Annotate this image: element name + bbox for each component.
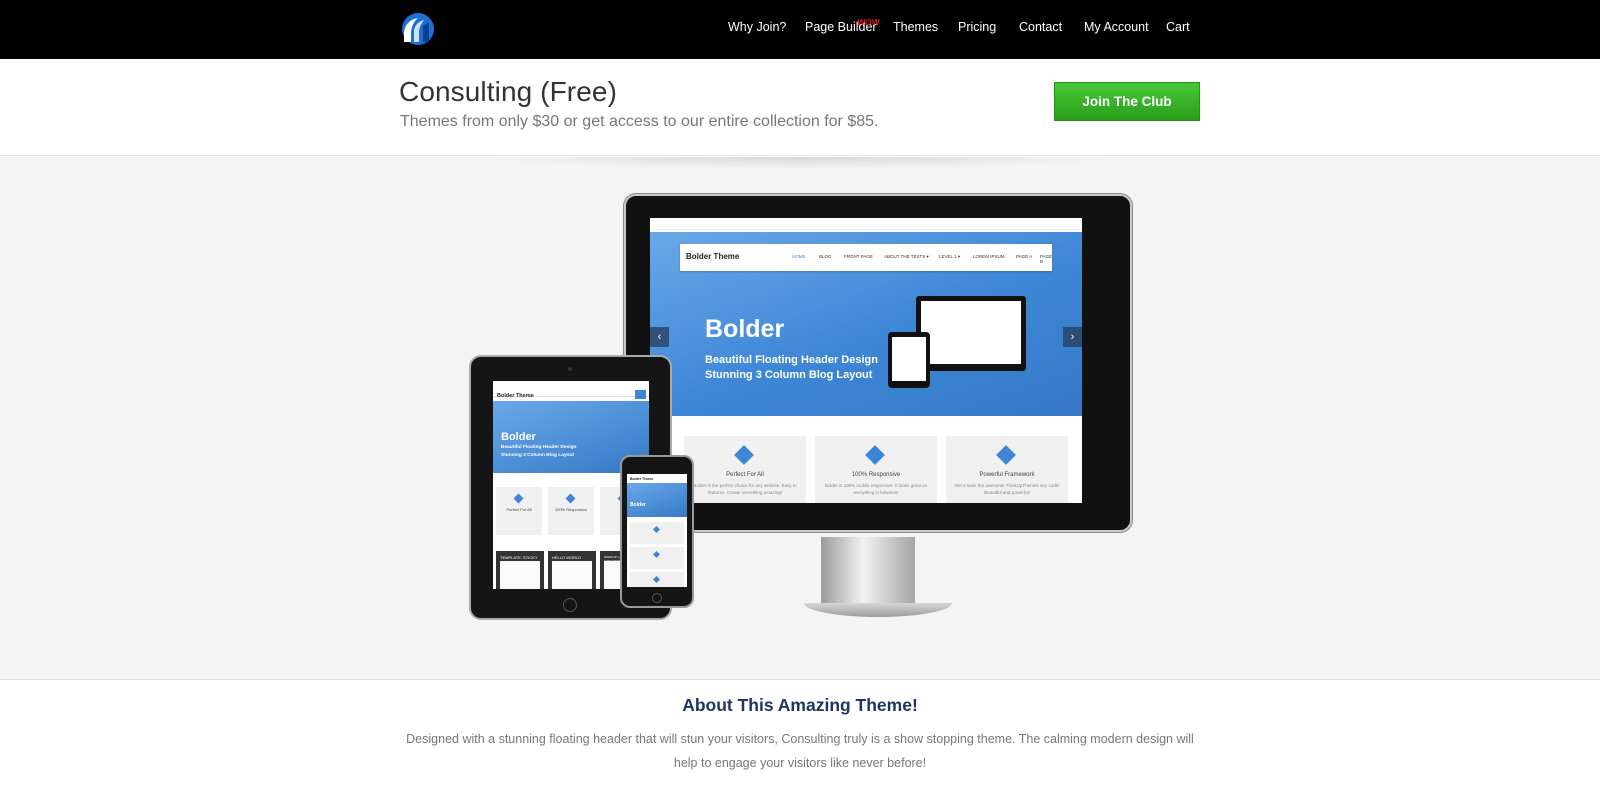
feature-title: Powerful Framework: [979, 472, 1035, 478]
preview-slider: Bolder Theme HOME BLOG FRONT PAGE ABOUT …: [650, 232, 1082, 431]
phone-device: Bolder Theme Bolder: [620, 455, 694, 608]
desktop-icon: [652, 550, 661, 559]
nav-why-join[interactable]: Why Join?: [728, 20, 786, 34]
preview-menu-item: BLOG: [819, 254, 832, 259]
tablet-home-button-icon: [563, 598, 577, 612]
feature-title: 100% Responsive: [851, 472, 901, 478]
monitor-stand-neck: [821, 537, 915, 605]
desktop-screen: Bolder Theme HOME BLOG FRONT PAGE ABOUT …: [650, 218, 1082, 503]
slider-dot: [866, 427, 870, 431]
monitor-stand-base: [804, 603, 952, 617]
phone-feature-card: [630, 522, 684, 544]
preview-hero-line2: Stunning 3 Column Blog Layout: [705, 369, 873, 381]
preview-menu-item: FRONT PAGE: [844, 254, 873, 259]
thumbs-up-icon: [652, 525, 661, 534]
join-club-button[interactable]: Join The Club: [1054, 82, 1200, 121]
site-logo-icon[interactable]: [400, 12, 436, 46]
slider-prev-icon: ‹: [650, 327, 669, 347]
phone-screen: Bolder Theme Bolder: [627, 474, 687, 587]
feature-text: Bolder is the perfect choice for any web…: [693, 483, 797, 495]
preview-menu-item: LEVEL 1 ▾: [939, 254, 961, 259]
preview-header: Bolder Theme HOME BLOG FRONT PAGE ABOUT …: [680, 244, 1052, 271]
preview-menu-item: LOREM IPSUM: [973, 254, 1005, 259]
about-text: Designed with a stunning floating header…: [406, 732, 1194, 770]
tablet-post-title: TEMPLATE: STICKY: [500, 555, 538, 560]
mini-tablet-icon: [888, 332, 930, 388]
about-title: About This Amazing Theme!: [682, 695, 918, 715]
page-subtitle: Themes from only $30 or get access to ou…: [400, 113, 879, 130]
title-section: Consulting (Free) Themes from only $30 o…: [0, 59, 1600, 156]
preview-brand: Bolder Theme: [686, 252, 740, 261]
tablet-camera-icon: [568, 367, 572, 371]
preview-hero-title: Bolder: [705, 315, 785, 343]
slider-dots: [866, 418, 884, 436]
preview-menu-item: PAGE A: [1016, 254, 1033, 259]
tablet-post-card: TEMPLATE: STICKY: [496, 551, 544, 589]
tablet-hero-line1: Beautiful Floating Header Design: [501, 445, 577, 450]
preview-menu-item: ABOUT THE TESTS ▾: [884, 254, 929, 259]
nav-my-account[interactable]: My Account: [1084, 20, 1149, 34]
hero-shadow: [470, 157, 1130, 169]
feature-title: Perfect For All: [726, 472, 764, 478]
nav-contact[interactable]: Contact: [1019, 20, 1062, 34]
nav-themes[interactable]: Themes: [893, 20, 938, 34]
desktop-monitor: Bolder Theme HOME BLOG FRONT PAGE ABOUT …: [624, 194, 1132, 532]
tablet-hero-line2: Stunning 3 Column Blog Layout: [501, 453, 575, 458]
phone-home-button-icon: [652, 593, 662, 603]
tablet-feature-card: Perfect For All: [496, 487, 542, 535]
page-title: Consulting (Free): [399, 76, 618, 107]
top-navbar: Why Join? Page Builder WOW Themes Pricin…: [0, 0, 1600, 59]
slider-dot: [878, 427, 882, 431]
tablet-brand: Bolder Theme: [497, 393, 534, 399]
nav-pricing[interactable]: Pricing: [958, 20, 996, 34]
mini-monitor-icon: [916, 296, 1026, 371]
tablet-hero-title: Bolder: [501, 431, 536, 443]
nav-cart[interactable]: Cart: [1166, 20, 1190, 34]
preview-feature-card: Perfect For All Bolder is the perfect ch…: [684, 436, 806, 503]
desktop-icon: [865, 445, 885, 465]
tablet-hero-subtitle: Beautiful Floating Header Design Stunnin…: [501, 444, 576, 460]
phone-brand: Bolder Theme: [630, 477, 654, 481]
gears-icon: [652, 575, 661, 584]
hero-preview: Bolder Theme HOME BLOG FRONT PAGE ABOUT …: [0, 157, 1600, 680]
phone-feature-card: [630, 547, 684, 569]
feature-text: Get a taste the awesome ThinkUpThemes an…: [954, 483, 1060, 495]
desktop-icon: [565, 493, 576, 504]
gears-icon: [996, 445, 1016, 465]
phone-feature-card: [630, 572, 684, 587]
screen-topbar: [650, 218, 1082, 230]
preview-menu-item: PAGE B: [1040, 254, 1053, 264]
preview-feature-card: 100% Responsive Bolder is 100% mobile re…: [815, 436, 937, 503]
slider-dot: [872, 427, 876, 431]
tablet-feature-card: 100% Responsive: [548, 487, 594, 535]
wow-badge: WOW: [856, 17, 881, 27]
tablet-feature-title: Perfect For All: [506, 507, 532, 512]
tablet-menu-icon: [635, 390, 646, 399]
preview-menu-item: HOME: [792, 254, 806, 259]
thumbs-up-icon: [513, 493, 524, 504]
slider-next-icon: ›: [1063, 327, 1082, 347]
tablet-post-title: HELLO WORLD: [552, 555, 582, 560]
preview-hero-subtitle: Beautiful Floating Header Design Stunnin…: [705, 353, 878, 383]
tablet-feature-title: 100% Responsive: [554, 507, 588, 512]
phone-hero-title: Bolder: [630, 502, 646, 508]
thumbs-up-icon: [734, 445, 754, 465]
tablet-post-card: HELLO WORLD: [548, 551, 596, 589]
phone-slider: [627, 483, 687, 517]
preview-hero-line1: Beautiful Floating Header Design: [705, 354, 878, 366]
feature-text: Bolder is 100% mobile responsive. It loo…: [824, 483, 928, 495]
preview-feature-card: Powerful Framework Get a taste the aweso…: [946, 436, 1068, 503]
